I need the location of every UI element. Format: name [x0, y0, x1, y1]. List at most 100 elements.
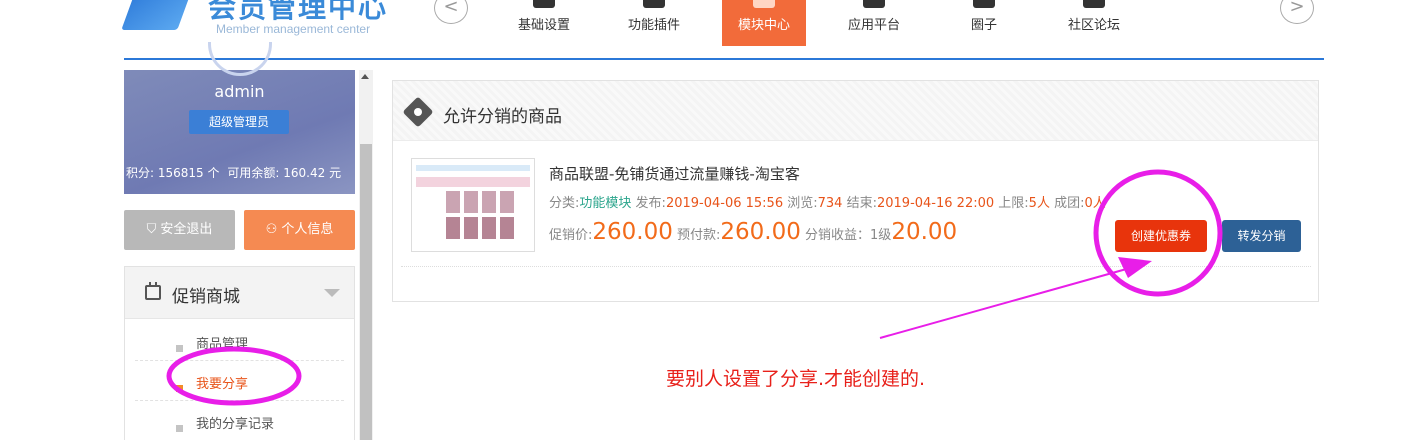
- circle-icon: [973, 0, 995, 8]
- commission-value: 20.00: [891, 219, 958, 245]
- scroll-up-icon[interactable]: [361, 74, 369, 79]
- nav-item-label: 圈子: [970, 18, 997, 33]
- prepay-label: 预付款:: [677, 228, 721, 243]
- nav-item-plugins[interactable]: 功能插件: [612, 0, 696, 46]
- thumb-cell: [500, 217, 514, 239]
- logo[interactable]: 会员管理中心 Member management center: [121, 0, 394, 40]
- logo-icon: [121, 0, 195, 30]
- prepay-price: 260.00: [720, 219, 801, 245]
- thumb-cell: [482, 217, 496, 239]
- end-value: 2019-04-16 22:00: [876, 196, 995, 211]
- thumb-cell: [464, 191, 478, 213]
- product-meta: 分类:功能模块 发布:2019-04-06 15:56 浏览:734 结束:20…: [549, 192, 1106, 211]
- windows-icon: [533, 0, 555, 8]
- sidebar-item-label: 我的分享记录: [196, 417, 275, 432]
- category-label: 分类:: [549, 196, 580, 211]
- nav-item-module-center[interactable]: 模块中心: [722, 0, 806, 46]
- group-label: 成团:: [1054, 196, 1085, 211]
- limit-label: 上限:: [998, 196, 1029, 211]
- points-value: 156815: [157, 166, 204, 180]
- panel-title: 允许分销的商品: [443, 107, 562, 127]
- thumb-bar: [416, 165, 530, 171]
- nav-item-label: 社区论坛: [1067, 18, 1120, 33]
- commission-label: 分销收益：1级: [805, 228, 892, 243]
- bullet-icon: [176, 385, 183, 392]
- thumb-cell: [482, 191, 496, 213]
- balance-unit: 元: [329, 166, 342, 180]
- user-icon: ⚇: [265, 222, 278, 237]
- scroll-thumb[interactable]: [360, 144, 372, 440]
- sidebar-item-label: 我要分享: [196, 377, 249, 392]
- create-coupon-button[interactable]: 创建优惠券: [1115, 220, 1207, 252]
- views-label: 浏览:: [787, 196, 818, 211]
- avatar[interactable]: [208, 42, 272, 76]
- plugin-icon: [643, 0, 665, 8]
- sidebar-item-share[interactable]: 我要分享: [135, 361, 344, 401]
- logout-label: 安全退出: [160, 222, 213, 237]
- group-value: 0人: [1084, 196, 1106, 211]
- end-label: 结束:: [846, 196, 877, 211]
- balance-label: 可用余额:: [227, 166, 280, 180]
- bullet-icon: [176, 345, 183, 352]
- profile-button[interactable]: ⚇ 个人信息: [244, 210, 355, 250]
- page: 会员管理中心 Member management center < 基础设置 功…: [0, 0, 1423, 440]
- menu-title: 促销商城: [172, 287, 240, 307]
- product-thumbnail[interactable]: [411, 158, 535, 252]
- annotation-text: 要别人设置了分享.才能创建的.: [666, 368, 926, 390]
- chat-icon: [1083, 0, 1105, 8]
- sidebar-item-share-records[interactable]: 我的分享记录: [135, 401, 344, 440]
- module-icon: [753, 0, 775, 8]
- nav-item-label: 模块中心: [737, 18, 790, 33]
- sidebar: admin 超级管理员 积分: 156815 个 可用余额: 160.42 元 …: [124, 42, 355, 440]
- forward-distribution-button[interactable]: 转发分销: [1222, 220, 1301, 252]
- promo-label: 促销价:: [549, 228, 593, 243]
- distribution-panel: 允许分销的商品 商品联盟-免铺货通过流量赚钱-淘宝客 分类:功能模块 发布:20…: [392, 80, 1319, 302]
- menu-header[interactable]: 促销商城: [125, 267, 354, 319]
- nav-item-circle[interactable]: 圈子: [942, 0, 1026, 46]
- calendar-icon: [145, 282, 161, 300]
- nav-item-label: 基础设置: [517, 18, 570, 33]
- role-badge: 超级管理员: [189, 110, 289, 134]
- product-row: 商品联盟-免铺货通过流量赚钱-淘宝客 分类:功能模块 发布:2019-04-06…: [401, 149, 1311, 267]
- publish-value: 2019-04-06 15:56: [665, 196, 784, 211]
- points-label: 积分:: [126, 166, 155, 180]
- nav-item-label: 应用平台: [847, 18, 900, 33]
- sidebar-item-product-management[interactable]: 商品管理: [135, 321, 344, 361]
- thumb-cell: [464, 217, 478, 239]
- logo-subtitle: Member management center: [216, 22, 371, 36]
- limit-value: 5人: [1028, 196, 1050, 211]
- nav-next-button[interactable]: >: [1280, 0, 1314, 24]
- promo-price: 260.00: [592, 219, 673, 245]
- sidebar-menu: 促销商城 商品管理 我要分享 我的分享记录: [124, 266, 355, 440]
- panel-header: 允许分销的商品: [393, 81, 1318, 141]
- nav-prev-button[interactable]: <: [434, 0, 468, 24]
- product-title[interactable]: 商品联盟-免铺货通过流量赚钱-淘宝客: [549, 163, 800, 184]
- nav-item-forum[interactable]: 社区论坛: [1052, 0, 1136, 46]
- publish-label: 发布:: [635, 196, 666, 211]
- app-icon: [863, 0, 885, 8]
- logout-button[interactable]: ⛉ 安全退出: [124, 210, 235, 250]
- thumb-cell: [446, 217, 460, 239]
- product-prices: 促销价:260.00 预付款:260.00 分销收益：1级20.00: [549, 219, 957, 245]
- thumb-cell: [446, 191, 460, 213]
- account-stats: 积分: 156815 个 可用余额: 160.42 元: [126, 164, 341, 181]
- shield-icon: ⛉: [146, 222, 157, 237]
- balance-value: 160.42: [283, 166, 326, 180]
- thumb-band: [416, 177, 530, 187]
- bullet-icon: [176, 425, 183, 432]
- sidebar-item-label: 商品管理: [196, 337, 249, 352]
- diamond-icon: [402, 96, 434, 128]
- chevron-down-icon: [324, 289, 340, 297]
- profile-label: 个人信息: [281, 222, 334, 237]
- category-value: 功能模块: [579, 196, 632, 211]
- points-unit: 个: [207, 166, 220, 180]
- header-divider: [124, 58, 1324, 60]
- nav-item-app-platform[interactable]: 应用平台: [832, 0, 916, 46]
- nav-item-basic-settings[interactable]: 基础设置: [502, 0, 586, 46]
- sidebar-scrollbar[interactable]: [359, 70, 373, 440]
- nav-item-label: 功能插件: [627, 18, 680, 33]
- profile-card: admin 超级管理员 积分: 156815 个 可用余额: 160.42 元: [124, 42, 355, 194]
- views-value: 734: [817, 196, 843, 211]
- thumb-cell: [500, 191, 514, 213]
- username: admin: [214, 82, 265, 101]
